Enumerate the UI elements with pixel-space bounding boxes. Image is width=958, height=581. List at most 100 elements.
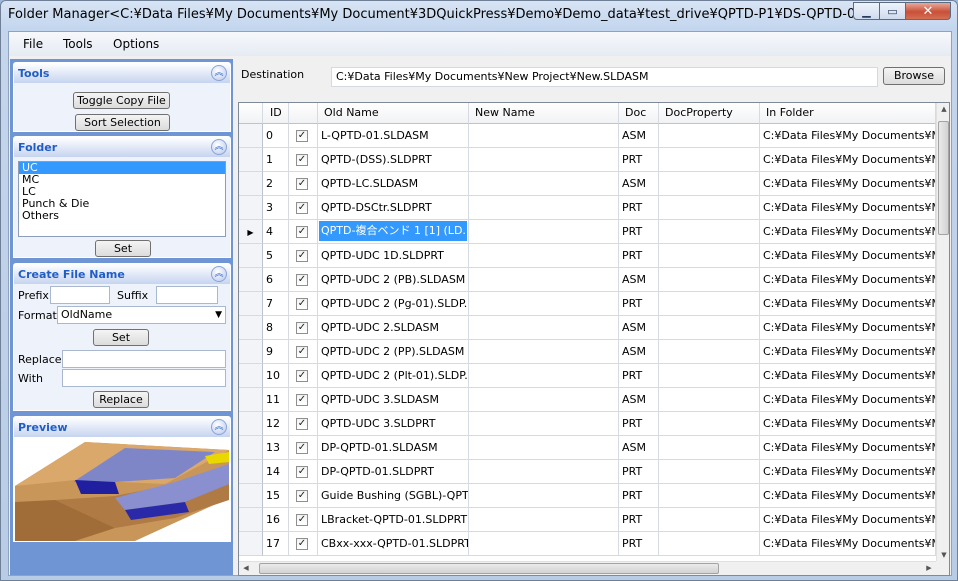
collapse-chevron-icon[interactable]: ︽ bbox=[211, 65, 227, 81]
column-header-doc[interactable]: Doc bbox=[619, 103, 659, 124]
cell-doc[interactable]: ASM bbox=[619, 268, 659, 292]
column-header-old-name[interactable]: Old Name bbox=[318, 103, 469, 124]
row-header[interactable] bbox=[239, 436, 263, 460]
column-header-docproperty[interactable]: DocProperty bbox=[659, 103, 760, 124]
minimize-icon[interactable]: ▁ bbox=[853, 2, 880, 20]
preview-panel-header[interactable]: Preview ︽ bbox=[14, 417, 230, 437]
checkbox[interactable]: ✓ bbox=[296, 226, 308, 238]
table-row[interactable]: 17 ✓ CBxx-xxx-QPTD-01.SLDPRT PRT C:¥Data Fil… bbox=[239, 532, 936, 556]
cell-new-name[interactable] bbox=[469, 196, 619, 220]
vertical-scrollbar[interactable]: ▲ ▼ bbox=[936, 103, 949, 561]
cell-id[interactable]: 7 bbox=[263, 292, 289, 316]
cell-checkbox[interactable]: ✓ bbox=[289, 436, 318, 460]
row-header[interactable] bbox=[239, 316, 263, 340]
cell-docproperty[interactable] bbox=[659, 316, 760, 340]
folder-set-button[interactable]: Set bbox=[95, 240, 151, 257]
cell-docproperty[interactable] bbox=[659, 124, 760, 148]
cell-checkbox[interactable]: ✓ bbox=[289, 388, 318, 412]
row-header[interactable] bbox=[239, 460, 263, 484]
row-header[interactable] bbox=[239, 388, 263, 412]
row-header[interactable] bbox=[239, 412, 263, 436]
cell-id[interactable]: 6 bbox=[263, 268, 289, 292]
cell-docproperty[interactable] bbox=[659, 460, 760, 484]
cell-id[interactable]: 1 bbox=[263, 148, 289, 172]
checkbox[interactable]: ✓ bbox=[296, 370, 308, 382]
cell-in-folder[interactable]: C:¥Data Files¥My Documents¥My Do bbox=[760, 388, 936, 412]
cell-new-name[interactable] bbox=[469, 436, 619, 460]
close-icon[interactable]: ✕ bbox=[905, 2, 951, 20]
vertical-scroll-thumb[interactable] bbox=[938, 121, 949, 235]
cell-old-name[interactable]: QPTD-複合ベンド 1 [1] (LD... bbox=[318, 220, 469, 244]
cell-in-folder[interactable]: C:¥Data Files¥My Documents¥My Do bbox=[760, 460, 936, 484]
cell-docproperty[interactable] bbox=[659, 388, 760, 412]
table-row[interactable]: 8 ✓ QPTD-UDC 2.SLDASM ASM C:¥Data Files¥My D… bbox=[239, 316, 936, 340]
cell-old-name[interactable]: LBracket-QPTD-01.SLDPRT bbox=[318, 508, 469, 532]
cell-in-folder[interactable]: C:¥Data Files¥My Documents¥My Do bbox=[760, 340, 936, 364]
cell-id[interactable]: 3 bbox=[263, 196, 289, 220]
cell-checkbox[interactable]: ✓ bbox=[289, 460, 318, 484]
format-set-button[interactable]: Set bbox=[93, 329, 149, 346]
cell-doc[interactable]: PRT bbox=[619, 292, 659, 316]
cell-new-name[interactable] bbox=[469, 172, 619, 196]
cell-old-name[interactable]: QPTD-UDC 2.SLDASM bbox=[318, 316, 469, 340]
cell-in-folder[interactable]: C:¥Data Files¥My Documents¥My Do bbox=[760, 244, 936, 268]
cell-docproperty[interactable] bbox=[659, 220, 760, 244]
cell-doc[interactable]: PRT bbox=[619, 532, 659, 556]
row-header[interactable] bbox=[239, 244, 263, 268]
table-row[interactable]: 6 ✓ QPTD-UDC 2 (PB).SLDASM ASM C:¥Data Files… bbox=[239, 268, 936, 292]
cell-docproperty[interactable] bbox=[659, 172, 760, 196]
cell-doc[interactable]: ASM bbox=[619, 316, 659, 340]
collapse-chevron-icon[interactable]: ︽ bbox=[211, 266, 227, 282]
table-row[interactable]: 11 ✓ QPTD-UDC 3.SLDASM ASM C:¥Data Files¥My … bbox=[239, 388, 936, 412]
tools-panel-header[interactable]: Tools ︽ bbox=[14, 63, 230, 83]
table-row[interactable]: ▶ 4 ✓ QPTD-複合ベンド 1 [1] (LD... PRT C:¥Data Fil… bbox=[239, 220, 936, 244]
scroll-left-icon[interactable]: ◀ bbox=[239, 564, 253, 572]
cell-id[interactable]: 13 bbox=[263, 436, 289, 460]
horizontal-scrollbar[interactable]: ◀ ▶ bbox=[239, 561, 936, 575]
cell-new-name[interactable] bbox=[469, 532, 619, 556]
cell-old-name[interactable]: QPTD-(DSS).SLDPRT bbox=[318, 148, 469, 172]
checkbox[interactable]: ✓ bbox=[296, 178, 308, 190]
checkbox[interactable]: ✓ bbox=[296, 250, 308, 262]
checkbox[interactable]: ✓ bbox=[296, 202, 308, 214]
cell-checkbox[interactable]: ✓ bbox=[289, 292, 318, 316]
cell-id[interactable]: 9 bbox=[263, 340, 289, 364]
cell-in-folder[interactable]: C:¥Data Files¥My Documents¥My Do bbox=[760, 532, 936, 556]
row-header[interactable] bbox=[239, 172, 263, 196]
collapse-chevron-icon[interactable]: ︽ bbox=[211, 139, 227, 155]
column-header-new-name[interactable]: New Name bbox=[469, 103, 619, 124]
cell-old-name[interactable]: DP-QPTD-01.SLDPRT bbox=[318, 460, 469, 484]
cell-checkbox[interactable]: ✓ bbox=[289, 172, 318, 196]
cell-new-name[interactable] bbox=[469, 460, 619, 484]
cell-doc[interactable]: PRT bbox=[619, 508, 659, 532]
cell-in-folder[interactable]: C:¥Data Files¥My Documents¥My Do bbox=[760, 148, 936, 172]
scroll-down-icon[interactable]: ▼ bbox=[937, 551, 949, 559]
cell-doc[interactable]: PRT bbox=[619, 220, 659, 244]
table-row[interactable]: 2 ✓ QPTD-LC.SLDASM ASM C:¥Data Files¥My Docu… bbox=[239, 172, 936, 196]
checkbox[interactable]: ✓ bbox=[296, 346, 308, 358]
row-header[interactable] bbox=[239, 364, 263, 388]
cell-doc[interactable]: ASM bbox=[619, 388, 659, 412]
cell-old-name[interactable]: QPTD-LC.SLDASM bbox=[318, 172, 469, 196]
destination-input[interactable]: C:¥Data Files¥My Documents¥New Project¥N… bbox=[331, 67, 878, 87]
cell-old-name[interactable]: L-QPTD-01.SLDASM bbox=[318, 124, 469, 148]
checkbox[interactable]: ✓ bbox=[296, 394, 308, 406]
row-header[interactable] bbox=[239, 340, 263, 364]
cell-in-folder[interactable]: C:¥Data Files¥My Documents¥My Do bbox=[760, 436, 936, 460]
row-header[interactable] bbox=[239, 268, 263, 292]
cell-old-name[interactable]: DP-QPTD-01.SLDASM bbox=[318, 436, 469, 460]
create-file-name-header[interactable]: Create File Name ︽ bbox=[14, 264, 230, 284]
column-header-id[interactable]: ID bbox=[263, 103, 289, 124]
cell-docproperty[interactable] bbox=[659, 244, 760, 268]
cell-new-name[interactable] bbox=[469, 220, 619, 244]
cell-docproperty[interactable] bbox=[659, 412, 760, 436]
checkbox[interactable]: ✓ bbox=[296, 274, 308, 286]
cell-checkbox[interactable]: ✓ bbox=[289, 148, 318, 172]
folder-list[interactable]: UC MC LC Punch & Die Others bbox=[18, 161, 226, 237]
cell-new-name[interactable] bbox=[469, 388, 619, 412]
cell-old-name[interactable]: QPTD-DSCtr.SLDPRT bbox=[318, 196, 469, 220]
cell-id[interactable]: 5 bbox=[263, 244, 289, 268]
cell-docproperty[interactable] bbox=[659, 436, 760, 460]
table-row[interactable]: 7 ✓ QPTD-UDC 2 (Pg-01).SLDP... PRT C:¥Data F… bbox=[239, 292, 936, 316]
cell-checkbox[interactable]: ✓ bbox=[289, 532, 318, 556]
